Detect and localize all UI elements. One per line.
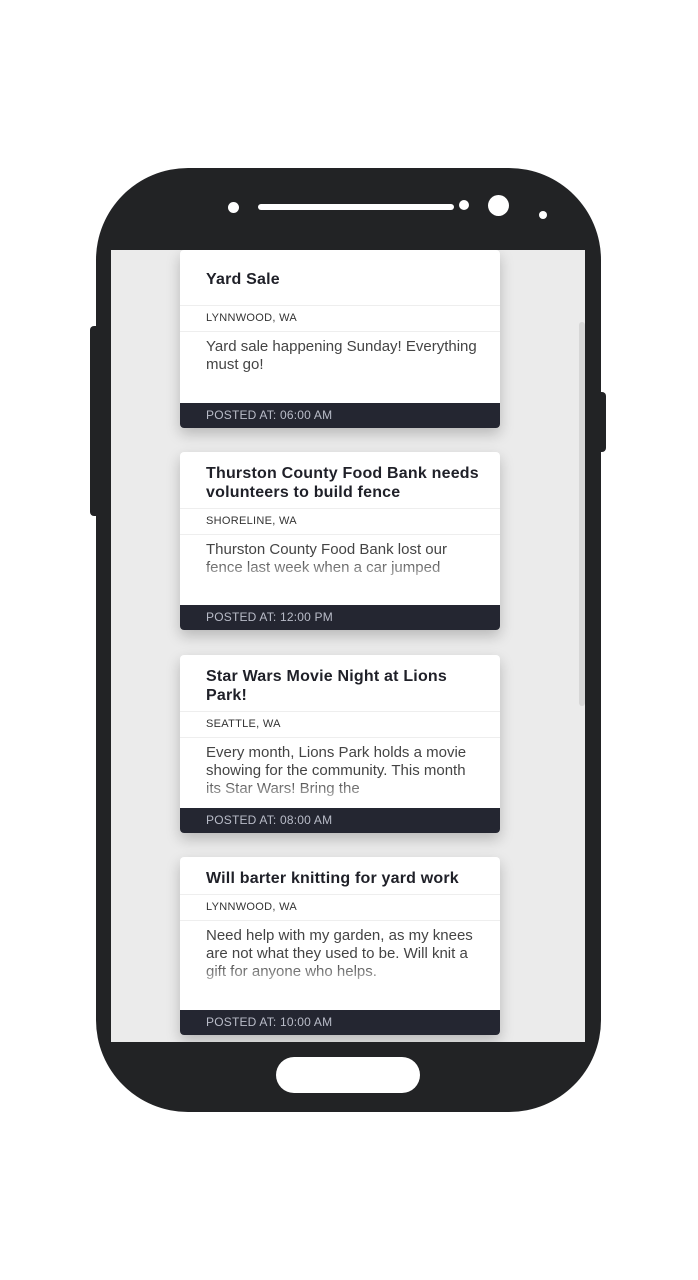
proximity-sensor-icon (459, 200, 469, 210)
post-location: LYNNWOOD, WA (180, 894, 500, 921)
post-card[interactable]: Star Wars Movie Night at Lions Park! SEA… (180, 655, 500, 833)
post-body: Every month, Lions Park holds a movie sh… (180, 738, 500, 808)
light-sensor-icon (539, 211, 547, 219)
post-title: Thurston County Food Bank needs voluntee… (206, 465, 479, 501)
post-timestamp: POSTED AT: 08:00 AM (180, 808, 500, 833)
post-body: Thurston County Food Bank lost our fence… (180, 535, 500, 587)
post-title: Yard Sale (206, 271, 280, 288)
post-card[interactable]: Yard Sale LYNNWOOD, WA Yard sale happeni… (180, 250, 500, 428)
scrollbar[interactable] (579, 322, 585, 706)
post-timestamp: POSTED AT: 10:00 AM (180, 1010, 500, 1035)
home-button[interactable] (276, 1057, 420, 1093)
post-title: Star Wars Movie Night at Lions Park! (206, 668, 447, 704)
post-timestamp: POSTED AT: 06:00 AM (180, 403, 500, 428)
post-card[interactable]: Will barter knitting for yard work LYNNW… (180, 857, 500, 1035)
post-card[interactable]: Thurston County Food Bank needs voluntee… (180, 452, 500, 630)
post-location: LYNNWOOD, WA (180, 305, 500, 332)
front-camera-dot-icon (228, 202, 239, 213)
post-location: SHORELINE, WA (180, 508, 500, 535)
camera-lens-icon (488, 195, 509, 216)
post-timestamp: POSTED AT: 12:00 PM (180, 605, 500, 630)
app-screen[interactable]: Yard Sale LYNNWOOD, WA Yard sale happeni… (111, 250, 585, 1042)
post-location: SEATTLE, WA (180, 711, 500, 738)
post-body: Yard sale happening Sunday! Everything m… (180, 332, 500, 398)
post-title: Will barter knitting for yard work (206, 870, 459, 887)
post-body: Need help with my garden, as my knees ar… (180, 921, 500, 991)
speaker-grille (258, 204, 454, 210)
